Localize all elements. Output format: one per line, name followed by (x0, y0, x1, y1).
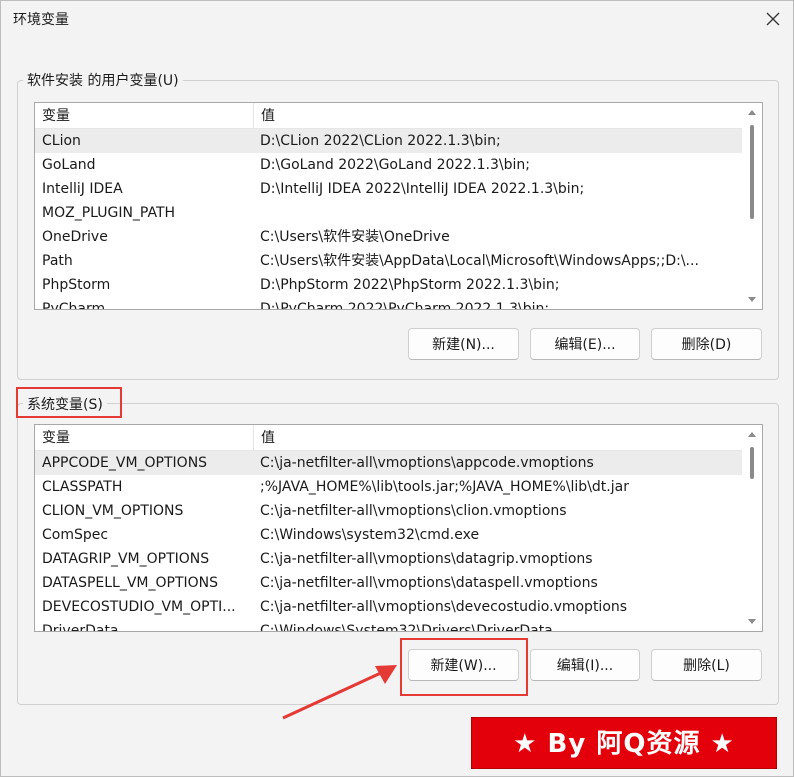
column-header-name[interactable]: 变量 (35, 103, 254, 129)
scroll-up-icon[interactable] (748, 432, 756, 437)
scroll-thumb[interactable] (750, 447, 754, 479)
scroll-down-icon[interactable] (748, 297, 756, 302)
user-edit-button[interactable]: 编辑(E)... (530, 328, 640, 360)
annotation-arrow-icon (282, 665, 397, 720)
variable-value: C:\ja-netfilter-all\vmoptions\clion.vmop… (260, 503, 567, 519)
variable-value: D:\GoLand 2022\GoLand 2022.1.3\bin; (260, 157, 530, 173)
table-row[interactable]: ComSpec C:\Windows\system32\cmd.exe (35, 523, 743, 547)
variable-name: APPCODE_VM_OPTIONS (42, 455, 208, 471)
close-icon (766, 12, 780, 26)
variable-value: D:\CLion 2022\CLion 2022.1.3\bin; (260, 133, 501, 149)
variable-value: ;%JAVA_HOME%\lib\tools.jar;%JAVA_HOME%\l… (260, 479, 629, 495)
variable-name: OneDrive (42, 229, 108, 245)
system-vars-group-label: 系统变量(S) (23, 394, 107, 414)
table-row[interactable]: GoLand D:\GoLand 2022\GoLand 2022.1.3\bin… (35, 153, 743, 177)
variable-value: D:\PhpStorm 2022\PhpStorm 2022.1.3\bin; (260, 277, 560, 293)
environment-variables-dialog: 环境变量 软件安装 的用户变量(U) 变量 值 CLion D:\CLion 20… (0, 0, 794, 777)
variable-name: DEVECOSTUDIO_VM_OPTI... (42, 599, 236, 615)
variable-name: DATAGRIP_VM_OPTIONS (42, 551, 210, 567)
table-row[interactable]: CLASSPATH ;%JAVA_HOME%\lib\tools.jar;%JAV… (35, 475, 743, 499)
user-vars-header: 变量 值 (35, 103, 743, 129)
variable-value: C:\ja-netfilter-all\vmoptions\datagrip.v… (260, 551, 593, 567)
variable-name: PyCharm (42, 301, 106, 310)
user-vars-list[interactable]: 变量 值 CLion D:\CLion 2022\CLion 2022.1.3\b… (34, 102, 763, 310)
table-row[interactable]: DATAGRIP_VM_OPTIONS C:\ja-netfilter-all\v… (35, 547, 743, 571)
table-row[interactable]: IntelliJ IDEA D:\IntelliJ IDEA 2022\Intel… (35, 177, 743, 201)
variable-name: CLION_VM_OPTIONS (42, 503, 184, 519)
column-header-value[interactable]: 值 (254, 103, 743, 129)
system-vars-scrollbar[interactable] (742, 425, 762, 631)
table-row[interactable]: CLION_VM_OPTIONS C:\ja-netfilter-all\vmop… (35, 499, 743, 523)
table-row[interactable]: DATASPELL_VM_OPTIONS C:\ja-netfilter-all\… (35, 571, 743, 595)
variable-value: C:\Windows\system32\cmd.exe (260, 527, 480, 543)
table-row[interactable]: PyCharm D:\PyCharm 2022\PyCharm 2022.1.3\… (35, 297, 743, 310)
table-row[interactable]: MOZ_PLUGIN_PATH (35, 201, 743, 225)
variable-name: DATASPELL_VM_OPTIONS (42, 575, 219, 591)
table-row[interactable]: DriverData C:\Windows\System32\Drivers\Dr… (35, 619, 743, 632)
variable-value: C:\Users\软件安装\AppData\Local\Microsoft\Wi… (260, 253, 699, 269)
close-button[interactable] (757, 5, 789, 33)
table-row[interactable]: APPCODE_VM_OPTIONS C:\ja-netfilter-all\vm… (35, 451, 743, 475)
window-title: 环境变量 (13, 12, 69, 28)
variable-name: GoLand (42, 157, 96, 173)
variable-value: C:\Windows\System32\Drivers\DriverData (260, 623, 553, 632)
user-vars-scrollbar[interactable] (742, 103, 762, 309)
variable-name: PhpStorm (42, 277, 111, 293)
system-vars-header: 变量 值 (35, 425, 743, 451)
variable-name: ComSpec (42, 527, 109, 543)
system-vars-list[interactable]: 变量 值 APPCODE_VM_OPTIONS C:\ja-netfilter-a… (34, 424, 763, 632)
variable-name: Path (42, 253, 73, 269)
scroll-down-icon[interactable] (748, 619, 756, 624)
variable-value: C:\ja-netfilter-all\vmoptions\devecostud… (260, 599, 628, 615)
variable-name: IntelliJ IDEA (42, 181, 123, 197)
variable-name: DriverData (42, 623, 119, 632)
table-row[interactable]: CLion D:\CLion 2022\CLion 2022.1.3\bin; (35, 129, 743, 153)
system-new-button[interactable]: 新建(W)... (408, 649, 519, 681)
variable-name: MOZ_PLUGIN_PATH (42, 205, 176, 221)
user-delete-button[interactable]: 删除(D) (651, 328, 762, 360)
watermark-banner: ★ By 阿Q资源 ★ (471, 717, 777, 769)
user-new-button[interactable]: 新建(N)... (408, 328, 519, 360)
column-header-value[interactable]: 值 (254, 425, 743, 451)
variable-value: D:\PyCharm 2022\PyCharm 2022.1.3\bin; (260, 301, 550, 310)
table-row[interactable]: PhpStorm D:\PhpStorm 2022\PhpStorm 2022.1… (35, 273, 743, 297)
variable-name: CLASSPATH (42, 479, 123, 495)
column-header-name[interactable]: 变量 (35, 425, 254, 451)
user-vars-group-label: 软件安装 的用户变量(U) (23, 70, 183, 90)
table-row[interactable]: Path C:\Users\软件安装\AppData\Local\Microsof… (35, 249, 743, 273)
system-delete-button[interactable]: 删除(L) (651, 649, 762, 681)
table-row[interactable]: OneDrive C:\Users\软件安装\OneDrive (35, 225, 743, 249)
scroll-up-icon[interactable] (748, 110, 756, 115)
variable-value: D:\IntelliJ IDEA 2022\IntelliJ IDEA 2022… (260, 181, 585, 197)
table-row[interactable]: DEVECOSTUDIO_VM_OPTI... C:\ja-netfilter-a… (35, 595, 743, 619)
variable-name: CLion (42, 133, 81, 149)
system-edit-button[interactable]: 编辑(I)... (530, 649, 640, 681)
variable-value: C:\Users\软件安装\OneDrive (260, 229, 450, 245)
scroll-thumb[interactable] (750, 125, 754, 219)
variable-value: C:\ja-netfilter-all\vmoptions\appcode.vm… (260, 455, 594, 471)
variable-value: C:\ja-netfilter-all\vmoptions\dataspell.… (260, 575, 598, 591)
